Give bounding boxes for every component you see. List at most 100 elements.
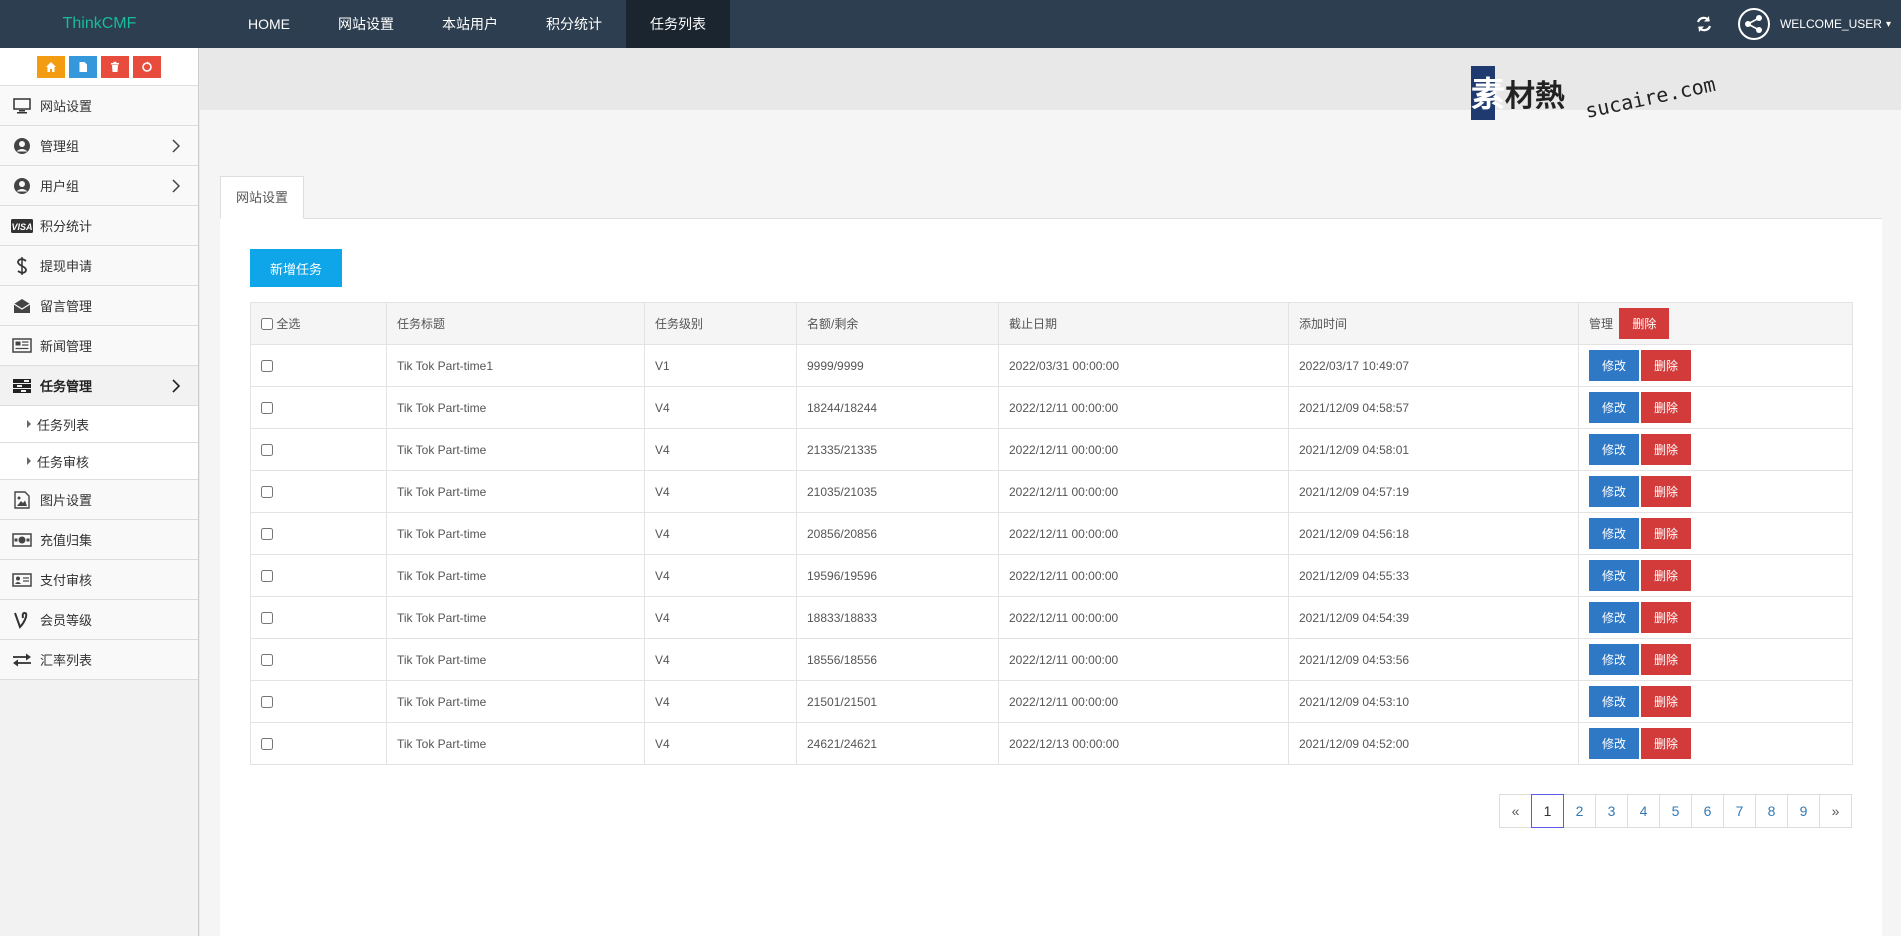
delete-button[interactable]: 删除 — [1641, 392, 1691, 423]
edit-button[interactable]: 修改 — [1589, 350, 1639, 381]
sidebar-item-admin-group[interactable]: 管理组 — [0, 126, 198, 166]
file-shortcut-button[interactable] — [69, 55, 97, 78]
row-checkbox[interactable] — [261, 695, 273, 708]
row-checkbox[interactable] — [261, 737, 273, 750]
select-all-checkbox[interactable] — [261, 318, 273, 330]
sidebar-item-recharge[interactable]: 充值归集 — [0, 520, 198, 560]
row-checkbox[interactable] — [261, 359, 273, 372]
row-checkbox[interactable] — [261, 611, 273, 624]
recycle-shortcut-button[interactable] — [133, 55, 161, 78]
sidebar-subitem-task-review[interactable]: 任务审核 — [0, 443, 198, 480]
delete-button[interactable]: 删除 — [1641, 518, 1691, 549]
quota-cell: 18556/18556 — [796, 638, 999, 681]
added-time-cell: 2021/12/09 04:55:33 — [1288, 554, 1579, 597]
manage-cell: 修改 删除 — [1578, 680, 1853, 723]
page-button-4[interactable]: 4 — [1627, 794, 1660, 828]
page-button-7[interactable]: 7 — [1723, 794, 1756, 828]
svg-text:VISA: VISA — [11, 222, 32, 232]
edit-button[interactable]: 修改 — [1589, 644, 1639, 675]
row-checkbox[interactable] — [261, 653, 273, 666]
page-button-6[interactable]: 6 — [1691, 794, 1724, 828]
task-title-cell: Tik Tok Part-time — [386, 470, 645, 513]
row-checkbox[interactable] — [261, 485, 273, 498]
prev-page-button[interactable]: « — [1499, 794, 1532, 828]
chevron-down-icon[interactable]: ▾ — [1886, 19, 1891, 30]
vine-icon — [11, 611, 33, 629]
edit-button[interactable]: 修改 — [1589, 434, 1639, 465]
user-name[interactable]: WELCOME_USER — [1780, 17, 1882, 31]
manage-cell: 修改 删除 — [1578, 428, 1853, 471]
sidebar-item-news[interactable]: 新闻管理 — [0, 326, 198, 366]
refresh-icon[interactable] — [1694, 14, 1714, 34]
next-page-button[interactable]: » — [1819, 794, 1852, 828]
deadline-cell: 2022/12/11 00:00:00 — [998, 512, 1289, 555]
edit-button[interactable]: 修改 — [1589, 602, 1639, 633]
page-button-2[interactable]: 2 — [1563, 794, 1596, 828]
manage-cell: 修改 删除 — [1578, 638, 1853, 681]
delete-button[interactable]: 删除 — [1641, 434, 1691, 465]
sidebar-item-messages[interactable]: 留言管理 — [0, 286, 198, 326]
sidebar-item-image-settings[interactable]: 图片设置 — [0, 480, 198, 520]
home-shortcut-button[interactable] — [37, 55, 65, 78]
page-button-8[interactable]: 8 — [1755, 794, 1788, 828]
task-title-cell: Tik Tok Part-time — [386, 680, 645, 723]
sidebar-item-exchange-rates[interactable]: 汇率列表 — [0, 640, 198, 680]
edit-button[interactable]: 修改 — [1589, 686, 1639, 717]
sidebar-item-points-stats[interactable]: VISA 积分统计 — [0, 206, 198, 246]
sidebar-item-member-levels[interactable]: 会员等级 — [0, 600, 198, 640]
user-circle-icon — [11, 137, 33, 155]
add-task-button[interactable]: 新增任务 — [250, 249, 342, 287]
edit-button[interactable]: 修改 — [1589, 392, 1639, 423]
bulk-delete-button[interactable]: 删除 — [1619, 308, 1670, 339]
col-added-time: 添加时间 — [1288, 302, 1579, 345]
table-row: Tik Tok Part-time1 V1 9999/9999 2022/03/31 … — [250, 344, 1853, 387]
delete-button[interactable]: 删除 — [1641, 728, 1691, 759]
row-checkbox[interactable] — [261, 401, 273, 414]
table-header-row: 全选 任务标题 任务级别 名额/剩余 截止日期 添加时间 管理 删除 — [250, 302, 1853, 345]
edit-button[interactable]: 修改 — [1589, 518, 1639, 549]
edit-button[interactable]: 修改 — [1589, 728, 1639, 759]
delete-button[interactable]: 删除 — [1641, 686, 1691, 717]
task-level-cell: V1 — [644, 344, 797, 387]
quota-cell: 9999/9999 — [796, 344, 999, 387]
delete-button[interactable]: 删除 — [1641, 350, 1691, 381]
row-checkbox[interactable] — [261, 569, 273, 582]
task-title-cell: Tik Tok Part-time — [386, 386, 645, 429]
delete-button[interactable]: 删除 — [1641, 644, 1691, 675]
manage-cell: 修改 删除 — [1578, 470, 1853, 513]
topnav-home[interactable]: HOME — [224, 0, 314, 48]
row-checkbox[interactable] — [261, 527, 273, 540]
sidebar-item-payment-review[interactable]: 支付审核 — [0, 560, 198, 600]
sidebar-item-label: 管理组 — [40, 139, 80, 154]
table-row: Tik Tok Part-time V4 24621/24621 2022/12/13… — [250, 722, 1853, 765]
topnav-task-list[interactable]: 任务列表 — [626, 0, 730, 48]
edit-button[interactable]: 修改 — [1589, 560, 1639, 591]
topnav-site-users[interactable]: 本站用户 — [418, 0, 522, 48]
delete-button[interactable]: 删除 — [1641, 476, 1691, 507]
col-manage: 管理 删除 — [1578, 302, 1853, 345]
table-row: Tik Tok Part-time V4 18833/18833 2022/12/11… — [250, 596, 1853, 639]
topnav-site-settings[interactable]: 网站设置 — [314, 0, 418, 48]
added-time-cell: 2021/12/09 04:52:00 — [1288, 722, 1579, 765]
sidebar-item-user-group[interactable]: 用户组 — [0, 166, 198, 206]
avatar[interactable] — [1737, 8, 1770, 40]
sidebar-item-site-settings[interactable]: 网站设置 — [0, 86, 198, 126]
sidebar-subitem-task-list[interactable]: 任务列表 — [0, 406, 198, 443]
deadline-cell: 2022/12/11 00:00:00 — [998, 638, 1289, 681]
page-button-1[interactable]: 1 — [1531, 794, 1564, 828]
delete-button[interactable]: 删除 — [1641, 602, 1691, 633]
row-checkbox[interactable] — [261, 443, 273, 456]
trash-shortcut-button[interactable] — [101, 55, 129, 78]
delete-button[interactable]: 删除 — [1641, 560, 1691, 591]
tab-site-settings[interactable]: 网站设置 — [220, 176, 305, 219]
deadline-cell: 2022/12/11 00:00:00 — [998, 554, 1289, 597]
page-button-9[interactable]: 9 — [1787, 794, 1820, 828]
topnav-points-stats[interactable]: 积分统计 — [522, 0, 626, 48]
share-nodes-icon — [1744, 15, 1762, 33]
edit-button[interactable]: 修改 — [1589, 476, 1639, 507]
sidebar-item-task-management[interactable]: 任务管理 — [0, 366, 198, 406]
brand-logo[interactable]: ThinkCMF — [0, 0, 199, 48]
sidebar-item-withdraw-requests[interactable]: 提现申请 — [0, 246, 198, 286]
page-button-3[interactable]: 3 — [1595, 794, 1628, 828]
page-button-5[interactable]: 5 — [1659, 794, 1692, 828]
